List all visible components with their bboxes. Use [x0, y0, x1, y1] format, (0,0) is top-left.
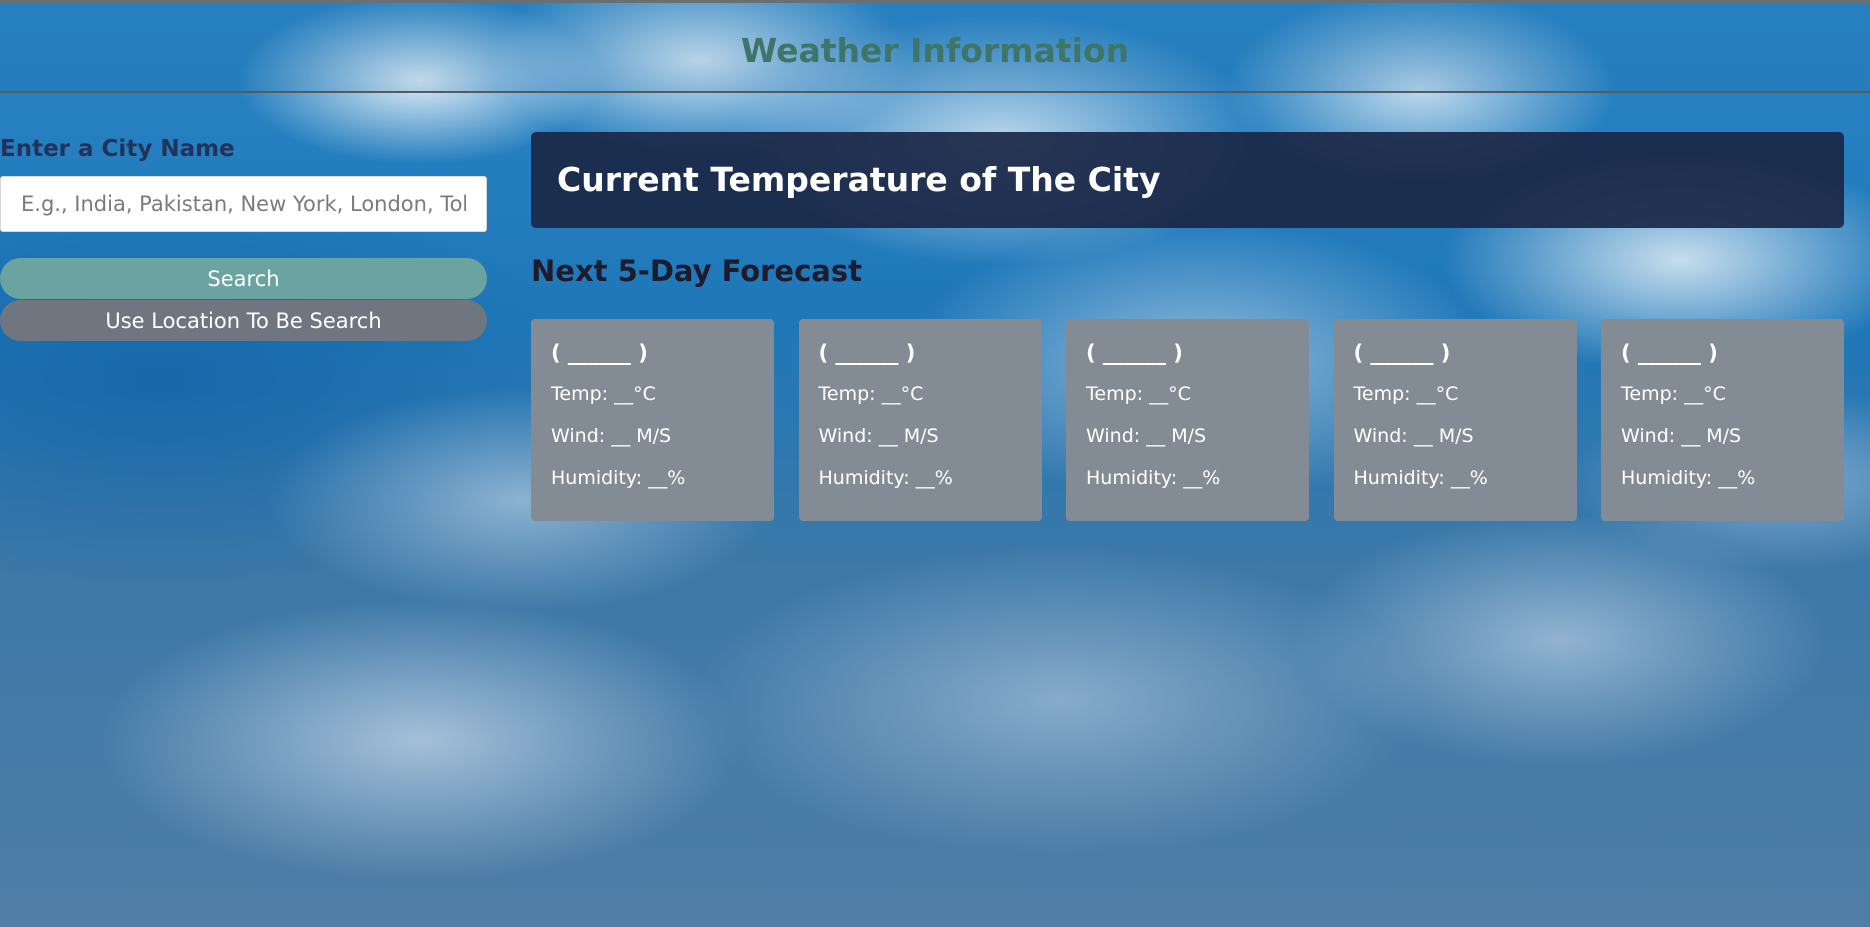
forecast-card: ( ______ ) Temp: __°C Wind: __ M/S Humid…: [1333, 319, 1577, 521]
forecast-wind: Wind: __ M/S: [551, 425, 672, 447]
forecast-card: ( ______ ) Temp: __°C Wind: __ M/S Humid…: [1066, 319, 1309, 521]
current-weather-title: Current Temperature of The City: [557, 160, 1161, 199]
forecast-wind: Wind: __ M/S: [1621, 425, 1742, 447]
use-location-button[interactable]: Use Location To Be Search: [0, 300, 487, 341]
forecast-wind: Wind: __ M/S: [1353, 425, 1474, 447]
forecast-humidity: Humidity: __%: [1621, 467, 1756, 489]
page-title: Weather Information: [740, 31, 1130, 70]
forecast-humidity: Humidity: __%: [818, 467, 953, 489]
forecast-date: ( ______ ): [1621, 341, 1718, 365]
current-weather-panel: Current Temperature of The City: [531, 132, 1844, 228]
forecast-card: ( ______ ) Temp: __°C Wind: __ M/S Humid…: [1601, 319, 1844, 521]
forecast-wind: Wind: __ M/S: [818, 425, 939, 447]
forecast-date: ( ______ ): [1353, 341, 1451, 365]
search-button[interactable]: Search: [0, 258, 487, 299]
forecast-title: Next 5-Day Forecast: [531, 254, 862, 288]
forecast-date: ( ______ ): [1086, 341, 1183, 365]
city-search-input[interactable]: [0, 176, 487, 232]
city-name-label: Enter a City Name: [0, 136, 235, 162]
forecast-card: ( ______ ) Temp: __°C Wind: __ M/S Humid…: [798, 319, 1042, 521]
forecast-temp: Temp: __°C: [1353, 383, 1459, 405]
search-panel: Enter a City Name Search Use Location To…: [0, 133, 487, 341]
forecast-date: ( ______ ): [818, 341, 916, 365]
forecast-wind: Wind: __ M/S: [1086, 425, 1207, 447]
forecast-temp: Temp: __°C: [1086, 383, 1191, 405]
forecast-temp: Temp: __°C: [818, 383, 924, 405]
forecast-temp: Temp: __°C: [551, 383, 656, 405]
forecast-humidity: Humidity: __%: [1086, 467, 1221, 489]
forecast-cards: ( ______ ) Temp: __°C Wind: __ M/S Humid…: [531, 319, 1844, 521]
forecast-card: ( ______ ) Temp: __°C Wind: __ M/S Humid…: [531, 319, 774, 521]
forecast-date: ( ______ ): [551, 341, 648, 365]
forecast-temp: Temp: __°C: [1621, 383, 1726, 405]
forecast-humidity: Humidity: __%: [1353, 467, 1488, 489]
page-header: Weather Information: [0, 0, 1870, 93]
forecast-humidity: Humidity: __%: [551, 467, 686, 489]
